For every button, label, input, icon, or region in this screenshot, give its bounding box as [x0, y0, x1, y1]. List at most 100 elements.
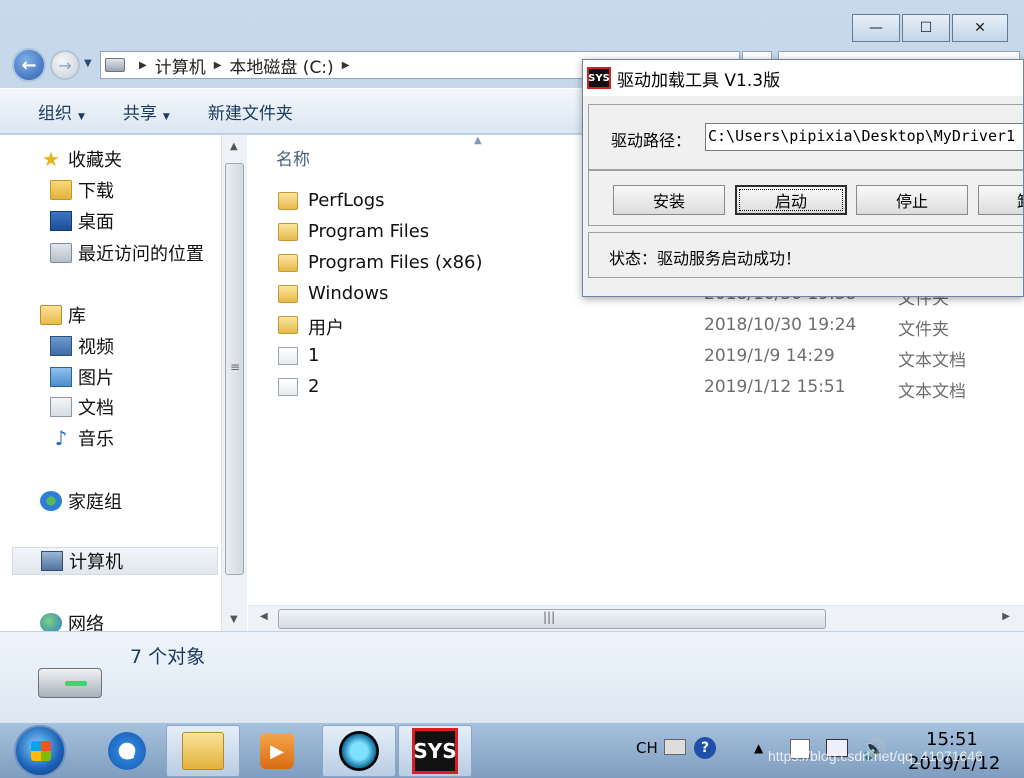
bug-debugger-icon — [339, 731, 379, 771]
file-type: 文本文档 — [898, 351, 966, 371]
file-name: Program Files (x86) — [308, 252, 483, 273]
file-type: 文件夹 — [898, 320, 949, 340]
nav-documents[interactable]: 文档 — [50, 393, 114, 421]
nav-libraries[interactable]: 库 — [40, 301, 86, 329]
close-button[interactable]: ✕ — [952, 14, 1008, 42]
watermark-text: https://blog.csdn.net/qq_41071646 — [768, 748, 983, 764]
driver-loader-dialog: SYS 驱动加载工具 V1.3版 驱动路径： C:\Users\pipixia\… — [582, 59, 1024, 297]
list-item[interactable]: 1 2019/1/9 14:29 文本文档 — [278, 342, 1018, 372]
drive-icon — [105, 58, 125, 72]
breadcrumb-chevron-icon[interactable]: ▶ — [342, 60, 350, 71]
text-file-icon — [278, 347, 298, 365]
nav-videos[interactable]: 视频 — [50, 332, 114, 360]
hard-drive-icon — [38, 668, 102, 698]
taskbar-ie[interactable]: e — [90, 725, 164, 777]
folder-icon — [278, 223, 298, 241]
scroll-down-arrow-icon[interactable]: ▼ — [230, 614, 238, 625]
navigation-pane: ★ 收藏夹 下载 桌面 最近访问的位置 库 视频 图片 文档 ♪ 音乐 家庭组 计算… — [0, 135, 248, 631]
file-date: 2019/1/12 15:51 — [704, 377, 846, 397]
file-date: 2019/1/9 14:29 — [704, 346, 835, 366]
nav-computer[interactable]: 计算机 — [12, 547, 218, 575]
share-menu[interactable]: 共享 ▼ — [123, 99, 170, 124]
driver-path-input[interactable]: C:\Users\pipixia\Desktop\MyDriver1 — [705, 123, 1023, 151]
start-button[interactable] — [14, 725, 66, 777]
taskbar-media-player[interactable]: ▶ — [240, 725, 314, 777]
desktop-icon — [50, 211, 72, 231]
nav-network[interactable]: 网络 — [40, 609, 104, 631]
scroll-up-arrow-icon[interactable]: ▲ — [230, 141, 238, 152]
breadcrumb-chevron-icon[interactable]: ▶ — [139, 60, 147, 71]
recent-places-icon — [50, 243, 72, 263]
breadcrumb-chevron-icon[interactable]: ▶ — [214, 60, 222, 71]
nav-desktop[interactable]: 桌面 — [50, 207, 114, 235]
sort-ascending-icon: ▲ — [474, 135, 482, 146]
chevron-down-icon: ▼ — [78, 111, 85, 122]
file-name: 1 — [308, 345, 320, 366]
driver-path-group: 驱动路径： C:\Users\pipixia\Desktop\MyDriver1 — [588, 104, 1023, 170]
dialog-title-bar[interactable]: SYS 驱动加载工具 V1.3版 — [583, 60, 1023, 96]
clock-time[interactable]: 15:51 — [926, 729, 978, 750]
status-message: 状态：驱动服务启动成功！ — [609, 249, 802, 268]
sys-app-icon: SYS — [412, 728, 458, 774]
folder-icon — [278, 316, 298, 334]
folder-icon — [278, 285, 298, 303]
organize-menu[interactable]: 组织 ▼ — [38, 99, 85, 124]
start-button[interactable]: 启动 — [735, 185, 847, 215]
nav-favorites[interactable]: ★ 收藏夹 — [40, 145, 122, 173]
file-name: Windows — [308, 283, 389, 304]
window-controls: — ☐ ✕ — [852, 14, 1008, 42]
taskbar-debugger[interactable] — [322, 725, 396, 777]
nav-vertical-scrollbar[interactable]: ▲ ▼ — [221, 135, 247, 631]
nav-pictures[interactable]: 图片 — [50, 363, 114, 391]
documents-icon — [50, 397, 72, 417]
driver-path-label: 驱动路径： — [611, 131, 692, 150]
item-count: 7 个对象 — [130, 646, 206, 668]
file-horizontal-scrollbar[interactable]: ◀ ▶ — [248, 605, 1024, 631]
new-folder-button[interactable]: 新建文件夹 — [208, 99, 293, 124]
column-header-name[interactable]: 名称 — [276, 145, 310, 170]
library-icon — [40, 305, 62, 325]
show-hidden-icons-icon[interactable]: ▲ — [754, 741, 763, 755]
taskbar-driver-loader[interactable]: SYS — [398, 725, 472, 777]
breadcrumb-drive-c[interactable]: 本地磁盘 (C:) — [229, 53, 333, 78]
star-icon: ★ — [42, 147, 60, 171]
uninstall-button[interactable]: 卸 — [978, 185, 1023, 215]
breadcrumb-computer[interactable]: 计算机 — [155, 53, 206, 78]
install-button[interactable]: 安装 — [613, 185, 725, 215]
maximize-button[interactable]: ☐ — [902, 14, 950, 42]
text-file-icon — [278, 378, 298, 396]
forward-button[interactable]: → — [50, 50, 80, 80]
scroll-thumb[interactable] — [225, 163, 244, 575]
file-type: 文本文档 — [898, 382, 966, 402]
nav-recent-places[interactable]: 最近访问的位置 — [50, 239, 204, 267]
file-name: 用户 — [308, 318, 344, 339]
back-button[interactable]: ← — [12, 48, 46, 82]
nav-downloads[interactable]: 下载 — [50, 176, 114, 204]
file-name: 2 — [308, 376, 320, 397]
minimize-button[interactable]: — — [852, 14, 900, 42]
file-date: 2018/10/30 19:24 — [704, 315, 857, 335]
homegroup-icon — [40, 491, 62, 511]
details-pane: 7 个对象 — [0, 631, 1024, 722]
media-player-icon: ▶ — [260, 733, 294, 769]
internet-explorer-icon: e — [108, 732, 146, 770]
driver-actions-group: 安装 启动 停止 卸 — [588, 170, 1023, 226]
nav-homegroup[interactable]: 家庭组 — [40, 487, 122, 515]
forward-arrow-icon: → — [58, 55, 72, 75]
scroll-right-arrow-icon[interactable]: ▶ — [1002, 611, 1010, 622]
list-item[interactable]: 2 2019/1/12 15:51 文本文档 — [278, 373, 1018, 403]
chevron-down-icon: ▼ — [162, 111, 170, 122]
keyboard-icon[interactable] — [664, 739, 686, 755]
list-item[interactable]: 用户 2018/10/30 19:24 文件夹 — [278, 311, 1018, 341]
file-name: PerfLogs — [308, 190, 385, 211]
scroll-thumb[interactable] — [278, 609, 826, 629]
status-group: 状态：驱动服务启动成功！ — [588, 232, 1023, 278]
language-indicator[interactable]: CH — [636, 739, 658, 757]
nav-music[interactable]: ♪ 音乐 — [50, 424, 114, 452]
video-icon — [50, 336, 72, 356]
help-icon[interactable]: ? — [694, 737, 716, 759]
stop-button[interactable]: 停止 — [856, 185, 968, 215]
scroll-left-arrow-icon[interactable]: ◀ — [260, 611, 268, 622]
taskbar-explorer[interactable] — [166, 725, 240, 777]
recent-pages-dropdown[interactable]: ▼ — [84, 58, 92, 69]
